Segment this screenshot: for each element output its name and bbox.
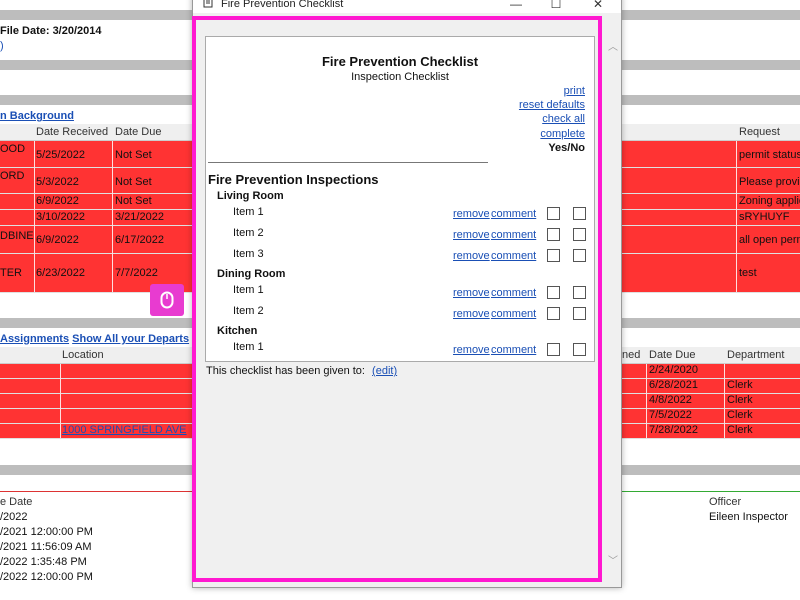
window-app-icon xyxy=(203,0,214,11)
comment-link[interactable]: comment xyxy=(491,229,536,241)
remove-link[interactable]: remove xyxy=(453,344,490,356)
item-label: Item 1 xyxy=(233,284,264,296)
no-checkbox[interactable] xyxy=(573,249,586,262)
comment-link[interactable]: comment xyxy=(491,308,536,320)
item-label: Item 2 xyxy=(233,305,264,317)
check-all-link[interactable]: check all xyxy=(542,113,585,125)
reset-defaults-link[interactable]: reset defaults xyxy=(519,99,585,111)
edit-given-to-link[interactable]: (edit) xyxy=(372,365,397,377)
col-request: Request xyxy=(739,126,780,138)
no-checkbox[interactable] xyxy=(573,286,586,299)
maximize-button[interactable]: ☐ xyxy=(541,0,571,13)
room-living-room: Living Room xyxy=(217,190,284,202)
col-date-due: Date Due xyxy=(115,126,162,138)
remove-link[interactable]: remove xyxy=(453,250,490,262)
no-checkbox[interactable] xyxy=(573,307,586,320)
col-date-received: Date Received xyxy=(36,126,109,138)
checklist-subtitle: Inspection Checklist xyxy=(351,71,449,83)
no-checkbox[interactable] xyxy=(573,343,586,356)
no-checkbox[interactable] xyxy=(573,207,586,220)
remove-link[interactable]: remove xyxy=(453,208,490,220)
yes-checkbox[interactable] xyxy=(547,228,560,241)
yes-checkbox[interactable] xyxy=(547,286,560,299)
mouse-cursor-badge xyxy=(150,284,184,316)
scroll-down-icon[interactable]: ﹀ xyxy=(608,552,618,567)
yes-checkbox[interactable] xyxy=(547,343,560,356)
remove-link[interactable]: remove xyxy=(453,287,490,299)
close-button[interactable]: ✕ xyxy=(583,0,613,13)
room-dining-room: Dining Room xyxy=(217,268,286,280)
background-link[interactable]: n Background xyxy=(0,110,74,122)
remove-link[interactable]: remove xyxy=(453,308,490,320)
given-to-line: This checklist has been given to: (edit) xyxy=(206,365,397,377)
divider xyxy=(208,162,488,163)
show-all-departments-link[interactable]: Show All your Departs xyxy=(72,333,189,345)
remove-link[interactable]: remove xyxy=(453,229,490,241)
room-kitchen: Kitchen xyxy=(217,325,258,337)
comment-link[interactable]: comment xyxy=(491,250,536,262)
comment-link[interactable]: comment xyxy=(491,208,536,220)
item-label: Item 2 xyxy=(233,227,264,239)
checklist-sheet: Fire Prevention Checklist Inspection Che… xyxy=(205,36,595,362)
yes-checkbox[interactable] xyxy=(547,207,560,220)
no-checkbox[interactable] xyxy=(573,228,586,241)
minimize-button[interactable]: — xyxy=(501,0,531,13)
checklist-title: Fire Prevention Checklist xyxy=(321,54,479,69)
scroll-up-icon[interactable]: ︿ xyxy=(608,38,618,53)
yes-checkbox[interactable] xyxy=(547,249,560,262)
comment-link[interactable]: comment xyxy=(491,287,536,299)
item-label: Item 1 xyxy=(233,341,264,353)
window-titlebar[interactable]: Fire Prevention Checklist — ☐ ✕ xyxy=(193,0,621,13)
yes-no-header: Yes/No xyxy=(548,142,585,154)
assignments-link[interactable]: Assignments xyxy=(0,333,69,345)
window-title: Fire Prevention Checklist xyxy=(221,0,344,10)
yes-checkbox[interactable] xyxy=(547,307,560,320)
print-link[interactable]: print xyxy=(564,85,585,97)
item-label: Item 1 xyxy=(233,206,264,218)
item-label: Item 3 xyxy=(233,248,264,260)
complete-link[interactable]: complete xyxy=(540,128,585,140)
location-link[interactable]: 1000 SPRINGFIELD AVE xyxy=(62,424,187,436)
section-title: Fire Prevention Inspections xyxy=(208,172,379,187)
comment-link[interactable]: comment xyxy=(491,344,536,356)
file-date: File Date: 3/20/2014 xyxy=(0,25,102,37)
given-to-label: This checklist has been given to: xyxy=(206,365,365,377)
